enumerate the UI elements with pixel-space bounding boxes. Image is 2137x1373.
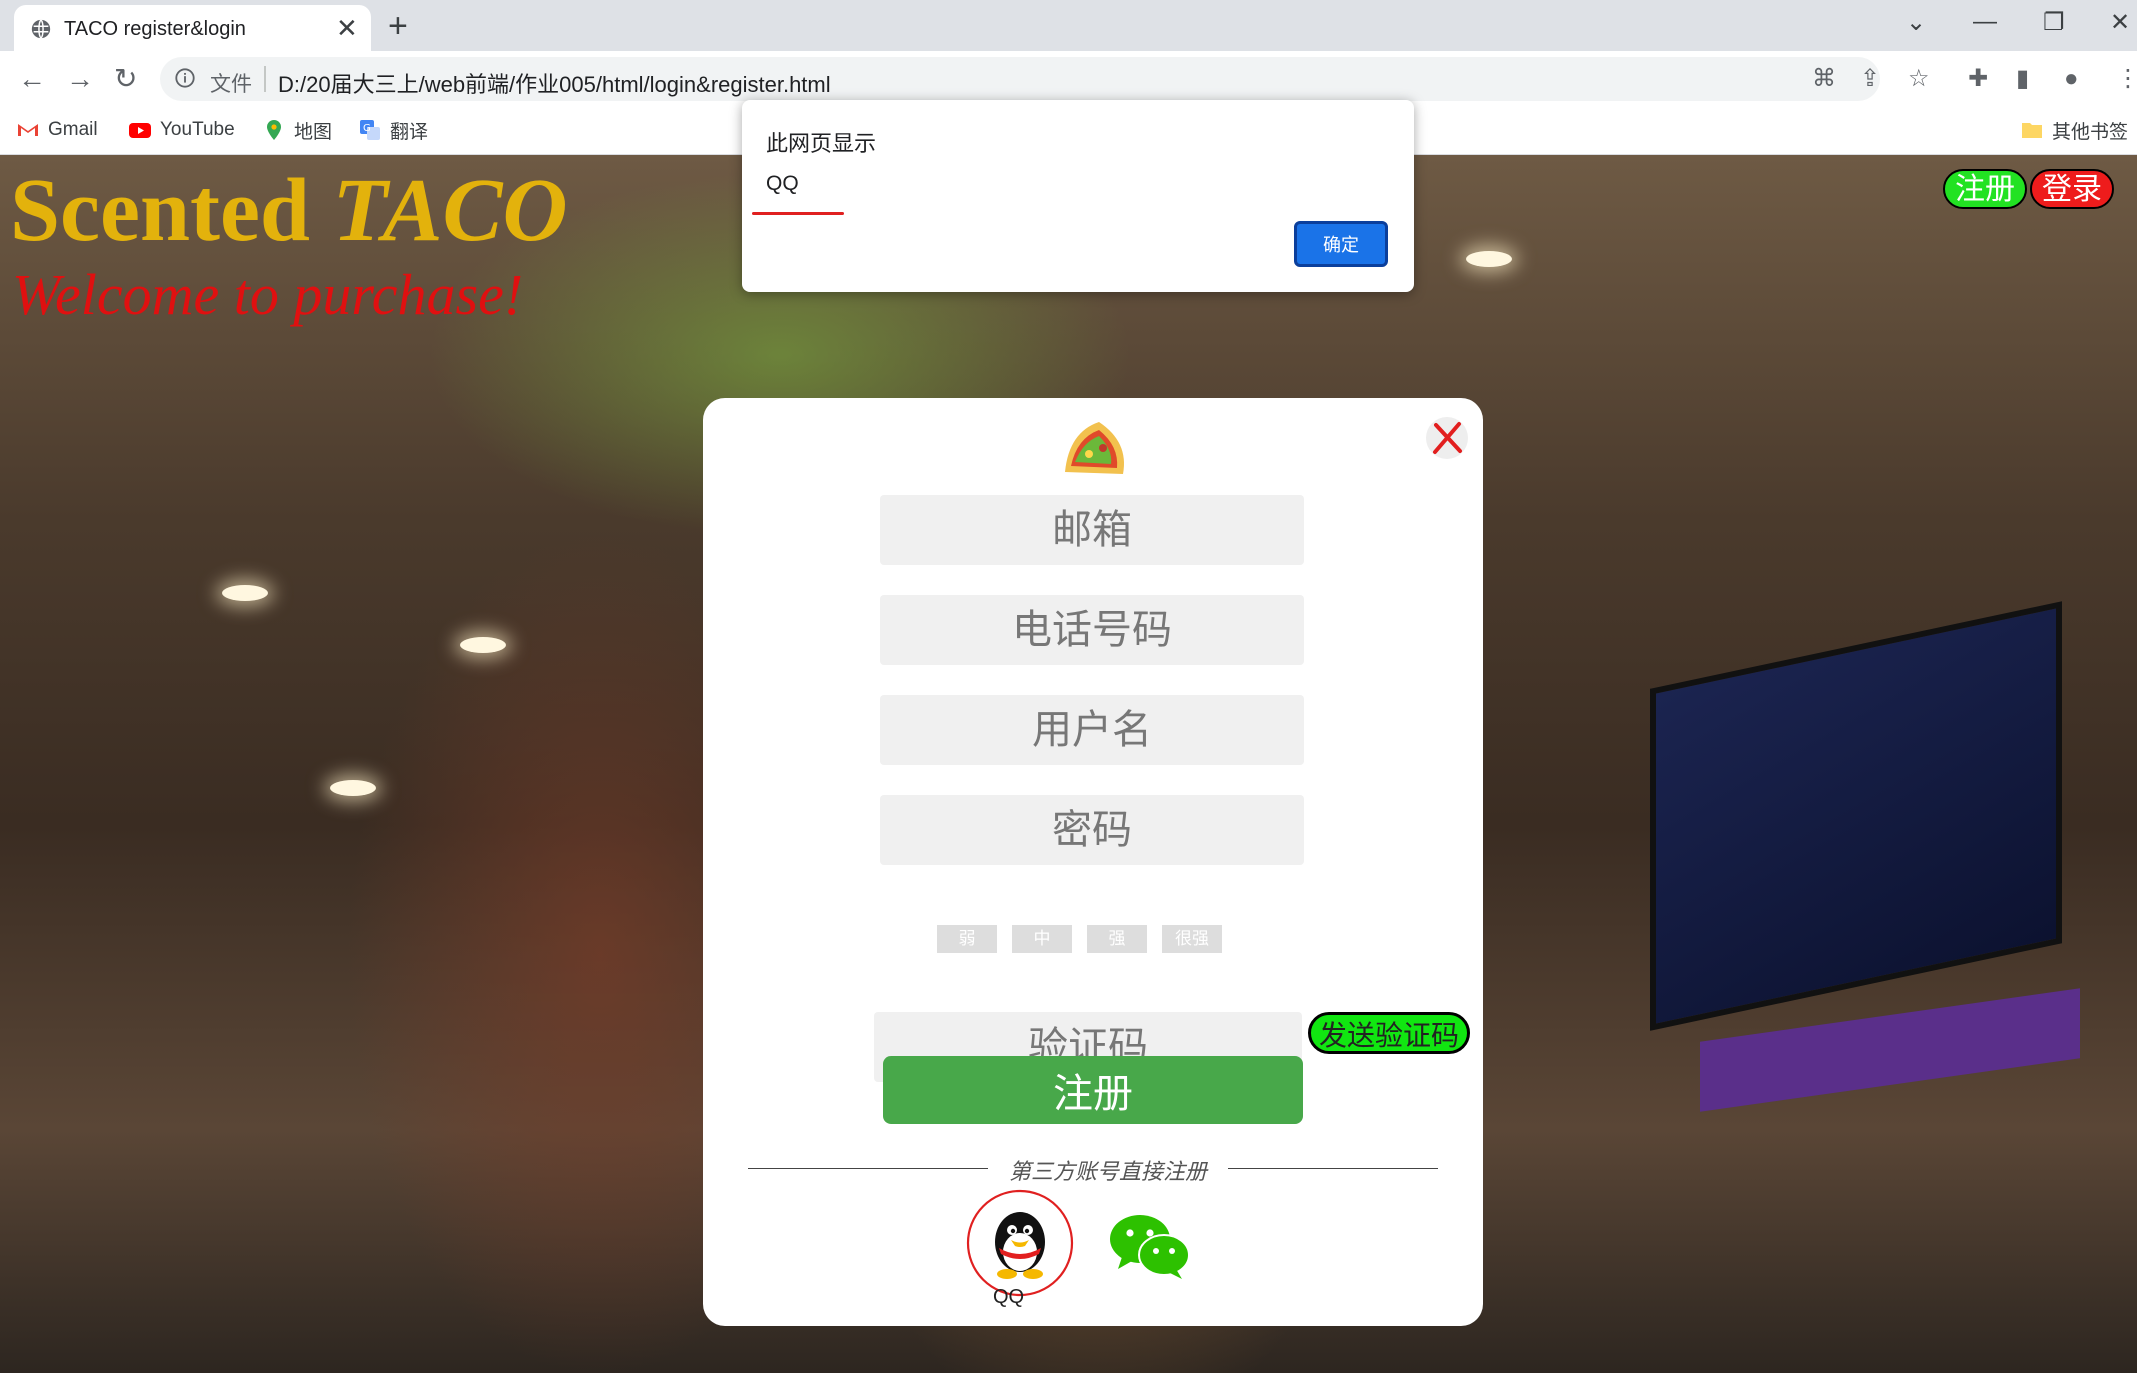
globe-icon bbox=[31, 19, 51, 39]
bookmark-youtube[interactable]: YouTube bbox=[128, 115, 235, 145]
folder-icon bbox=[2022, 123, 2042, 138]
close-window-icon[interactable]: ✕ bbox=[2110, 8, 2130, 37]
divider-right bbox=[1228, 1168, 1438, 1169]
address-separator bbox=[264, 66, 266, 92]
alert-annotation-underline bbox=[752, 212, 844, 215]
bookmark-star-icon[interactable]: ☆ bbox=[1908, 66, 1930, 92]
site-subtitle: Welcome to purchase! bbox=[12, 262, 524, 327]
alert-ok-button[interactable]: 确定 bbox=[1294, 221, 1388, 267]
alert-dialog: 此网页显示 QQ 确定 bbox=[742, 100, 1414, 292]
site-title: Scented TACO bbox=[10, 159, 568, 262]
decor-menu-screen bbox=[1650, 601, 2062, 1031]
address-scheme: 文件 bbox=[210, 73, 252, 96]
extensions-icon[interactable]: ✚ bbox=[1968, 66, 1988, 92]
bookmark-label: Gmail bbox=[48, 119, 98, 140]
bookmark-gmail[interactable]: Gmail bbox=[16, 115, 98, 145]
strength-very-strong: 很强 bbox=[1162, 925, 1222, 953]
send-code-button[interactable]: 发送验证码 bbox=[1308, 1012, 1470, 1054]
decor-light bbox=[1466, 251, 1512, 267]
forward-icon[interactable]: → bbox=[66, 62, 94, 96]
browser-tab[interactable]: TACO register&login ✕ bbox=[14, 5, 371, 51]
svg-text:G: G bbox=[363, 123, 371, 134]
back-icon[interactable]: ← bbox=[18, 62, 46, 96]
other-bookmarks[interactable]: 其他书签 bbox=[2020, 115, 2128, 145]
tab-close-icon[interactable]: ✕ bbox=[336, 13, 358, 43]
password-input[interactable] bbox=[880, 795, 1304, 865]
taco-logo-icon bbox=[1065, 422, 1124, 474]
site-title-italic: TACO bbox=[332, 161, 568, 260]
restore-icon[interactable]: ❐ bbox=[2043, 8, 2065, 37]
third-party-label: 第三方账号直接注册 bbox=[1008, 1160, 1207, 1185]
decor-light bbox=[222, 585, 268, 601]
bookmark-label: YouTube bbox=[160, 119, 235, 140]
header-register-button[interactable]: 注册 bbox=[1943, 169, 2027, 209]
qq-label: QQ bbox=[993, 1286, 1025, 1308]
url-text[interactable]: D:/20届大三上/web前端/作业005/html/login&registe… bbox=[278, 67, 831, 99]
divider-left bbox=[748, 1168, 988, 1169]
username-input[interactable] bbox=[880, 695, 1304, 765]
strength-strong: 强 bbox=[1087, 925, 1147, 953]
email-input[interactable] bbox=[880, 495, 1304, 565]
reload-icon[interactable]: ↻ bbox=[114, 62, 137, 96]
gmail-icon bbox=[18, 124, 38, 136]
side-panel-icon[interactable]: ▮ bbox=[2016, 66, 2029, 92]
maps-icon bbox=[267, 120, 281, 140]
tab-strip: TACO register&login ✕ + ⌄ — ❐ ✕ bbox=[0, 0, 2137, 51]
new-tab-icon[interactable]: + bbox=[388, 6, 408, 46]
decor-light bbox=[460, 637, 506, 653]
bookmark-label: 地图 bbox=[294, 121, 333, 143]
profile-icon[interactable]: ● bbox=[2064, 66, 2079, 92]
translate-icon: G bbox=[360, 120, 380, 140]
bookmark-translate[interactable]: G 翻译 bbox=[358, 115, 428, 145]
info-icon[interactable] bbox=[174, 67, 196, 89]
other-bookmarks-label: 其他书签 bbox=[2052, 121, 2129, 143]
translate-page-icon[interactable]: ⌘ bbox=[1812, 66, 1836, 92]
phone-input[interactable] bbox=[880, 595, 1304, 665]
share-icon[interactable]: ⇪ bbox=[1860, 66, 1880, 92]
strength-weak: 弱 bbox=[937, 925, 997, 953]
qq-login-icon[interactable] bbox=[965, 1188, 1075, 1298]
menu-icon[interactable]: ⋮ bbox=[2116, 66, 2137, 92]
header-login-button[interactable]: 登录 bbox=[2030, 169, 2114, 209]
bookmark-maps[interactable]: 地图 bbox=[262, 115, 332, 145]
address-bar[interactable]: 文件 D:/20届大三上/web前端/作业005/html/login&regi… bbox=[160, 57, 1880, 101]
register-submit-button[interactable]: 注册 bbox=[883, 1056, 1303, 1124]
alert-title: 此网页显示 bbox=[766, 132, 877, 157]
youtube-icon bbox=[129, 123, 151, 138]
register-modal: 弱 中 强 很强 发送验证码 注册 第三方账号直接注册 QQ bbox=[703, 398, 1483, 1326]
site-title-plain: Scented bbox=[10, 161, 333, 260]
close-modal-icon[interactable] bbox=[1425, 416, 1469, 460]
minimize-icon[interactable]: — bbox=[1973, 8, 1997, 36]
alert-message: QQ bbox=[766, 172, 799, 195]
page-background: Scented TACO Welcome to purchase! 注册 登录 … bbox=[0, 155, 2137, 1373]
tab-search-icon[interactable]: ⌄ bbox=[1906, 8, 1926, 37]
tab-title: TACO register&login bbox=[64, 18, 246, 40]
bookmark-label: 翻译 bbox=[390, 121, 429, 143]
decor-light bbox=[330, 780, 376, 796]
browser-toolbar: ← → ↻ 文件 D:/20届大三上/web前端/作业005/html/logi… bbox=[0, 51, 2137, 107]
wechat-login-icon[interactable] bbox=[1108, 1211, 1190, 1281]
strength-medium: 中 bbox=[1012, 925, 1072, 953]
